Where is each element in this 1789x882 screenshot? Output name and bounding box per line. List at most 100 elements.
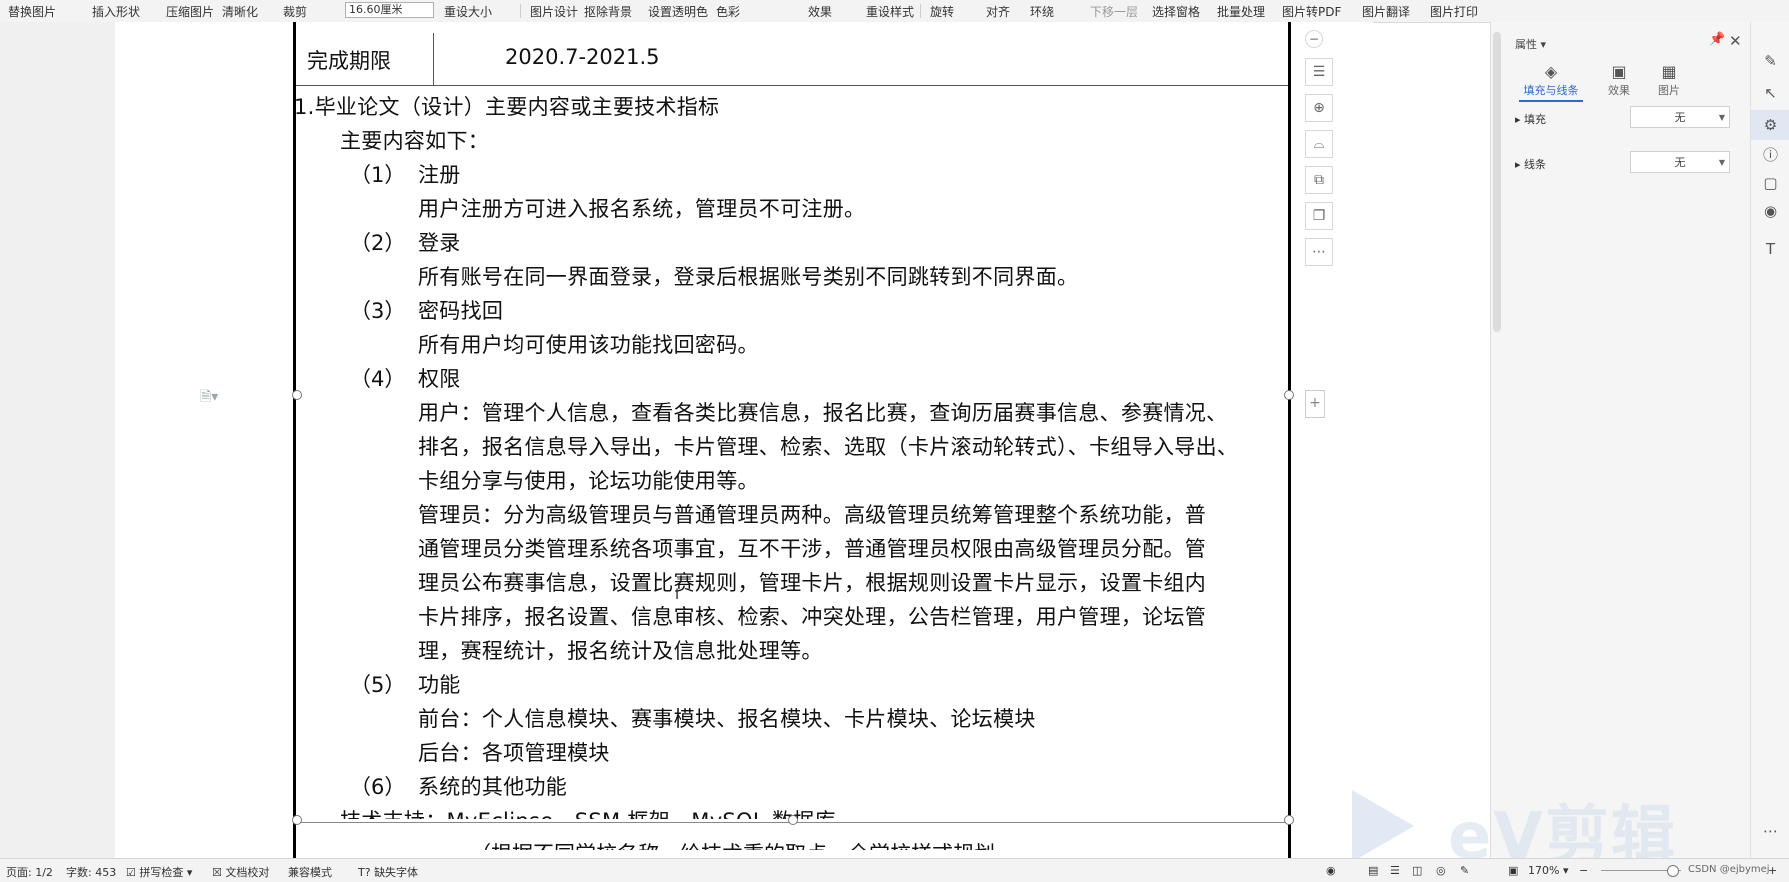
table-cell-divider — [433, 33, 434, 85]
fit-page-icon[interactable]: ▣ — [1508, 864, 1518, 877]
web-view-icon[interactable]: ◎ — [1436, 864, 1446, 877]
section-heading: 1.毕业论文（设计）主要内容或主要技术指标 — [294, 95, 720, 119]
panel-title: 属性 ▾ — [1515, 38, 1547, 51]
item-number: （1） — [350, 163, 406, 187]
status-bar: 页面: 1/2 字数: 453 ☑ 拼写检查 ▾ ☒ 文档校对 兼容模式 T? … — [0, 858, 1789, 882]
selection-pane-button[interactable]: 选择窗格 — [1152, 3, 1200, 20]
sharpen-button[interactable]: 清晰化 — [222, 3, 258, 20]
word-count[interactable]: 字数: 453 — [66, 864, 116, 880]
zoom-out-icon[interactable]: − — [1579, 864, 1588, 877]
proofread-button[interactable]: ☒ 文档校对 — [212, 864, 269, 880]
picture-to-pdf-button[interactable]: 图片转PDF — [1282, 3, 1341, 20]
resize-handle[interactable] — [1284, 390, 1294, 400]
fill-section-toggle[interactable]: ▸ 填充 — [1515, 111, 1546, 127]
tab-picture[interactable]: ▦ 图片 — [1647, 62, 1691, 98]
help-icon[interactable]: ⓘ — [1751, 144, 1789, 165]
location-icon[interactable]: ◉ — [1751, 202, 1789, 220]
effects-icon: ▣ — [1611, 62, 1627, 81]
item-line: 所有账号在同一界面登录，登录后根据账号类别不同跳转到不同界面。 — [418, 265, 1079, 289]
text-cursor-icon: I — [675, 587, 680, 603]
effects-button[interactable]: 效果 — [808, 3, 832, 20]
eye-protection-icon[interactable]: ◉ — [1326, 864, 1336, 877]
resize-handle[interactable] — [292, 390, 302, 400]
resize-handle[interactable] — [1284, 815, 1294, 825]
right-sidebar: ✎ ↖ ⚙ ⓘ ▢ ◉ T ⋯ — [1750, 22, 1789, 858]
copy-image-icon[interactable]: ❐ — [1305, 202, 1333, 230]
item-title: 密码找回 — [418, 299, 504, 323]
watermark-logo-icon — [1352, 790, 1414, 862]
item-line: 理，赛程统计，报名统计及信息批处理等。 — [418, 639, 823, 663]
picture-design-button[interactable]: 图片设计 — [530, 3, 578, 20]
reading-view-icon[interactable]: ◫ — [1412, 864, 1422, 877]
reset-size-button[interactable]: 重设大小 — [444, 3, 492, 20]
page-count[interactable]: 页面: 1/2 — [6, 864, 53, 880]
page-options-icon[interactable]: 🗎▾ — [200, 386, 218, 410]
item-line: 前台：个人信息模块、赛事模块、报名模块、卡片模块、论坛模块 — [418, 707, 1036, 731]
item-line: 用户：管理个人信息，查看各类比赛信息，报名比赛，查询历届赛事信息、参赛情况、 — [418, 401, 1228, 425]
image-tools-icon[interactable]: ▢ — [1751, 174, 1789, 192]
set-transparent-button[interactable]: 设置透明色 — [648, 3, 708, 20]
collapse-icon[interactable]: − — [1305, 30, 1323, 48]
item-title: 系统的其他功能 — [418, 775, 568, 799]
resize-handle[interactable] — [292, 815, 302, 825]
more-icon[interactable]: ⋯ — [1305, 238, 1333, 266]
image-to-text-icon[interactable]: ⧉ — [1305, 166, 1333, 194]
item-title: 注册 — [418, 163, 461, 187]
item-number: （3） — [350, 299, 406, 323]
align-button[interactable]: 对齐 — [986, 3, 1010, 20]
fill-dropdown[interactable]: 无 ▼ — [1630, 106, 1730, 128]
text-icon[interactable]: T — [1751, 240, 1789, 258]
page-view-icon[interactable]: ▤ — [1368, 864, 1378, 877]
replace-picture-button[interactable]: 替换图片 — [8, 3, 56, 20]
deadline-label: 完成期限 — [307, 49, 391, 73]
picture-translate-button[interactable]: 图片翻译 — [1362, 3, 1410, 20]
item-line: 后台：各项管理模块 — [418, 741, 610, 765]
zoom-in-icon[interactable]: ⊕ — [1305, 94, 1333, 122]
line-dropdown[interactable]: 无 ▼ — [1630, 151, 1730, 173]
tab-effects[interactable]: ▣ 效果 — [1597, 62, 1641, 98]
item-number: （2） — [350, 231, 406, 255]
send-backward-button[interactable]: 下移一层 — [1090, 3, 1138, 20]
picture-print-button[interactable]: 图片打印 — [1430, 3, 1478, 20]
add-icon[interactable]: + — [1305, 390, 1325, 418]
zoom-slider-knob[interactable] — [1667, 865, 1679, 877]
insert-shape-button[interactable]: 插入形状 — [92, 3, 140, 20]
panel-scrollbar[interactable] — [1493, 32, 1501, 332]
rotate-button[interactable]: 旋转 — [930, 3, 954, 20]
item-line: 排名，报名信息导入导出，卡片管理、检索、选取（卡片滚动轮转式）、卡组导入导出、 — [418, 435, 1239, 459]
line-section-toggle[interactable]: ▸ 线条 — [1515, 156, 1546, 172]
crop-button[interactable]: 裁剪 — [283, 3, 307, 20]
reset-style-button[interactable]: 重设样式 — [866, 3, 914, 20]
item-title: 权限 — [418, 367, 461, 391]
annotate-icon[interactable]: ✎ — [1460, 864, 1469, 877]
more-options-icon[interactable]: ⋯ — [1751, 822, 1789, 840]
item-line: 管理员：分为高级管理员与普通管理员两种。高级管理员统筹管理整个系统功能，普 — [418, 503, 1207, 527]
deadline-row — [296, 33, 1288, 86]
picture-size-input[interactable]: 16.60厘米 — [345, 2, 434, 18]
properties-panel: 属性 ▾ 📌 ✕ ◈ 填充与线条 ▣ 效果 ▦ 图片 ▸ 填充 无 ▼ ▸ 线条 … — [1490, 22, 1751, 858]
color-button[interactable]: 色彩 — [716, 3, 740, 20]
image-frame-right — [1288, 22, 1291, 858]
tab-fill-line[interactable]: ◈ 填充与线条 — [1519, 62, 1583, 102]
batch-process-button[interactable]: 批量处理 — [1217, 3, 1265, 20]
zoom-level[interactable]: 170% ▾ — [1528, 864, 1568, 877]
pin-icon[interactable]: 📌 — [1709, 32, 1725, 47]
floating-picture-tools: − ☰ ⊕ ⌓ ⧉ ❐ ⋯ — [1305, 30, 1333, 270]
missing-font-button[interactable]: T? 缺失字体 — [358, 864, 418, 880]
layout-options-icon[interactable]: ☰ — [1305, 58, 1333, 86]
remove-background-button[interactable]: 抠除背景 — [584, 3, 632, 20]
crop-icon[interactable]: ⌓ — [1305, 130, 1333, 158]
paint-bucket-icon: ◈ — [1544, 62, 1558, 81]
outline-view-icon[interactable]: ☰ — [1390, 864, 1400, 877]
zoom-in-icon[interactable]: + — [1768, 864, 1777, 877]
edit-icon[interactable]: ✎ — [1751, 52, 1789, 70]
properties-icon[interactable]: ⚙ — [1751, 110, 1789, 140]
picture-icon: ▦ — [1661, 62, 1677, 81]
wrap-button[interactable]: 环绕 — [1030, 3, 1054, 20]
spell-check-button[interactable]: ☑ 拼写检查 ▾ — [126, 864, 192, 880]
compress-picture-button[interactable]: 压缩图片 — [166, 3, 214, 20]
close-icon[interactable]: ✕ — [1729, 32, 1742, 50]
image-frame-left — [293, 22, 296, 858]
resize-handle[interactable] — [788, 815, 798, 825]
select-icon[interactable]: ↖ — [1751, 84, 1789, 102]
